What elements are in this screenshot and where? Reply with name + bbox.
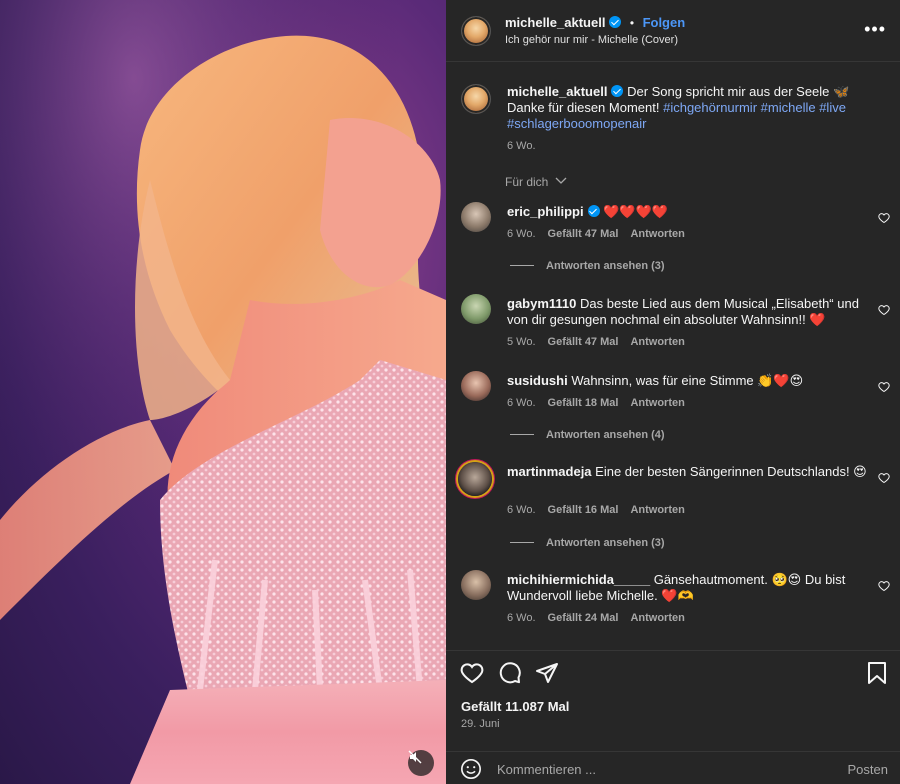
bookmark-icon[interactable] — [866, 661, 888, 685]
heart-icon[interactable] — [878, 381, 890, 393]
mute-button[interactable] — [408, 750, 434, 776]
chevron-down-icon — [555, 177, 567, 184]
share-icon[interactable] — [535, 661, 559, 685]
commenter-avatar[interactable] — [461, 202, 491, 232]
view-replies-label: Antworten ansehen (3) — [546, 260, 665, 272]
more-options-icon[interactable]: ••• — [864, 20, 886, 38]
view-replies-label: Antworten ansehen (4) — [546, 429, 665, 441]
hashtag-link[interactable]: #ichgehörnurmir — [663, 100, 757, 115]
comment-text: michihiermichida_____ Gänsehautmoment. 🥺… — [507, 572, 873, 604]
comment-likes[interactable]: Gefällt 47 Mal — [548, 336, 619, 348]
comment-body: Eine der besten Sängerinnen Deutschlands… — [595, 464, 867, 479]
caption-author[interactable]: michelle_aktuell — [507, 84, 607, 99]
reply-button[interactable]: Antworten — [630, 228, 684, 240]
comment-likes[interactable]: Gefällt 47 Mal — [548, 228, 619, 240]
comment-likes[interactable]: Gefällt 16 Mal — [548, 504, 619, 516]
commenter-username[interactable]: gabym1110 — [507, 296, 576, 311]
comment-likes[interactable]: Gefällt 24 Mal — [548, 612, 619, 624]
replies-divider — [510, 265, 534, 266]
comment-age: 5 Wo. — [507, 336, 536, 348]
sort-label: Für dich — [505, 175, 549, 189]
reply-button[interactable]: Antworten — [630, 612, 684, 624]
hashtag-link[interactable]: #michelle — [761, 100, 816, 115]
reply-button[interactable]: Antworten — [630, 397, 684, 409]
view-replies-button[interactable]: Antworten ansehen (3) — [510, 537, 665, 549]
heart-icon[interactable] — [460, 661, 484, 685]
replies-divider — [510, 434, 534, 435]
comment-text: eric_philippi ❤️❤️❤️❤️ — [507, 204, 873, 220]
reply-button[interactable]: Antworten — [630, 336, 684, 348]
author-username[interactable]: michelle_aktuell — [505, 15, 605, 30]
like-count[interactable]: Gefällt 11.087 Mal — [461, 699, 569, 714]
commenter-avatar[interactable] — [461, 570, 491, 600]
verified-badge-icon — [611, 85, 624, 97]
performer-image — [0, 0, 446, 784]
comment-meta: 6 Wo. Gefällt 24 Mal Antworten — [507, 612, 697, 624]
caption-age: 6 Wo. — [507, 140, 536, 152]
comment-text: susidushi Wahnsinn, was für eine Stimme … — [507, 373, 873, 389]
caption-text: michelle_aktuell Der Song spricht mir au… — [507, 84, 873, 132]
verified-badge-icon — [609, 16, 622, 28]
caption-avatar[interactable] — [461, 84, 491, 114]
post-media-video[interactable] — [0, 0, 446, 784]
sort-dropdown[interactable]: Für dich — [505, 175, 567, 189]
comment-body: ❤️❤️❤️❤️ — [603, 204, 668, 219]
comment-icon[interactable] — [498, 661, 522, 685]
comment-text: martinmadeja Eine der besten Sängerinnen… — [507, 464, 873, 480]
comment-likes[interactable]: Gefällt 18 Mal — [548, 397, 619, 409]
replies-divider — [510, 542, 534, 543]
comment-meta: 6 Wo. Gefällt 18 Mal Antworten — [507, 397, 697, 409]
commenter-username[interactable]: michihiermichida_____ — [507, 572, 650, 587]
commenter-username[interactable]: eric_philippi — [507, 204, 584, 219]
author-avatar[interactable] — [461, 16, 491, 46]
commenter-avatar[interactable] — [461, 371, 491, 401]
commenter-username[interactable]: martinmadeja — [507, 464, 592, 479]
post-header: michelle_aktuell • Folgen Ich gehör nur … — [446, 0, 900, 62]
follow-button[interactable]: Folgen — [643, 15, 686, 30]
comment-input[interactable]: Kommentieren ... — [497, 762, 596, 777]
separator-dot: • — [629, 16, 635, 30]
comment-meta: 5 Wo. Gefällt 47 Mal Antworten — [507, 336, 697, 348]
comment-age: 6 Wo. — [507, 397, 536, 409]
comment-age: 6 Wo. — [507, 504, 536, 516]
comment-meta: 6 Wo. Gefällt 47 Mal Antworten — [507, 228, 697, 240]
heart-icon[interactable] — [878, 212, 890, 224]
mute-icon — [408, 750, 422, 764]
comment-meta: 6 Wo. Gefällt 16 Mal Antworten — [507, 504, 697, 516]
comment-composer: Kommentieren ... Posten — [446, 751, 900, 784]
commenter-username[interactable]: susidushi — [507, 373, 568, 388]
commenter-avatar[interactable] — [461, 294, 491, 324]
post-actions: Gefällt 11.087 Mal 29. Juni Kommentieren… — [446, 650, 900, 784]
heart-icon[interactable] — [878, 472, 890, 484]
hashtag-link[interactable]: #schlagerbooomopenair — [507, 116, 646, 131]
hashtag-link[interactable]: #live — [819, 100, 846, 115]
comment-text: gabym1110 Das beste Lied aus dem Musical… — [507, 296, 873, 328]
post-comment-button[interactable]: Posten — [848, 762, 888, 777]
comment-body: Wahnsinn, was für eine Stimme 👏❤️😍 — [571, 373, 804, 388]
commenter-avatar-story[interactable] — [458, 462, 492, 496]
audio-label[interactable]: Ich gehör nur mir - Michelle (Cover) — [505, 34, 678, 46]
view-replies-button[interactable]: Antworten ansehen (3) — [510, 260, 665, 272]
heart-icon[interactable] — [878, 580, 890, 592]
verified-badge-icon — [587, 205, 600, 217]
emoji-icon[interactable] — [460, 758, 482, 780]
reply-button[interactable]: Antworten — [630, 504, 684, 516]
view-replies-button[interactable]: Antworten ansehen (4) — [510, 429, 665, 441]
comment-age: 6 Wo. — [507, 612, 536, 624]
view-replies-label: Antworten ansehen (3) — [546, 537, 665, 549]
comment-age: 6 Wo. — [507, 228, 536, 240]
post-sidebar: michelle_aktuell • Folgen Ich gehör nur … — [446, 0, 900, 784]
heart-icon[interactable] — [878, 304, 890, 316]
author-line: michelle_aktuell • Folgen — [505, 14, 685, 32]
post-date: 29. Juni — [461, 718, 500, 730]
